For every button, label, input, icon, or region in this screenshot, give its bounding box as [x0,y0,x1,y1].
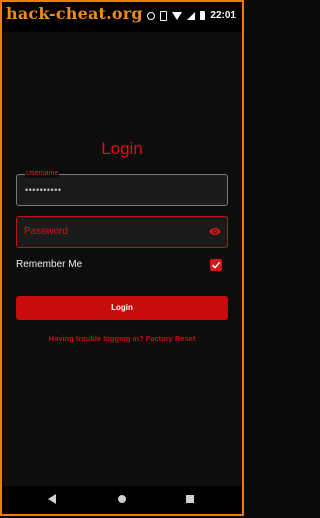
factory-reset-link[interactable]: Having trouble logging in? Factory Reset [2,334,242,343]
vibrate-icon [160,10,168,21]
back-icon[interactable] [48,494,56,504]
alarm-icon [147,11,156,20]
navigation-bar [2,486,242,514]
remember-me-checkbox[interactable] [210,259,222,271]
username-field[interactable]: Username •••••••••• [16,170,228,206]
username-label: Username [25,170,60,178]
page-title: Login [101,139,143,158]
recents-icon[interactable] [186,495,194,503]
password-placeholder: Password [24,226,68,237]
login-button[interactable]: Login [16,296,228,320]
watermark: hack-cheat.org [6,4,143,23]
status-icons: 22:01 [147,10,236,21]
home-icon[interactable] [118,495,126,503]
password-field[interactable]: Password [16,216,228,248]
check-icon [211,261,221,269]
username-value: •••••••••• [25,185,62,195]
status-bar: hack-cheat.org 22:01 [2,2,242,32]
status-clock: 22:01 [210,10,236,21]
eye-icon[interactable] [209,227,221,236]
app-frame: hack-cheat.org 22:01 Login Username ••••… [0,0,244,516]
battery-icon [200,11,206,20]
remember-me-label: Remember Me [16,259,83,270]
signal-icon [187,11,196,20]
wifi-icon [172,11,183,20]
